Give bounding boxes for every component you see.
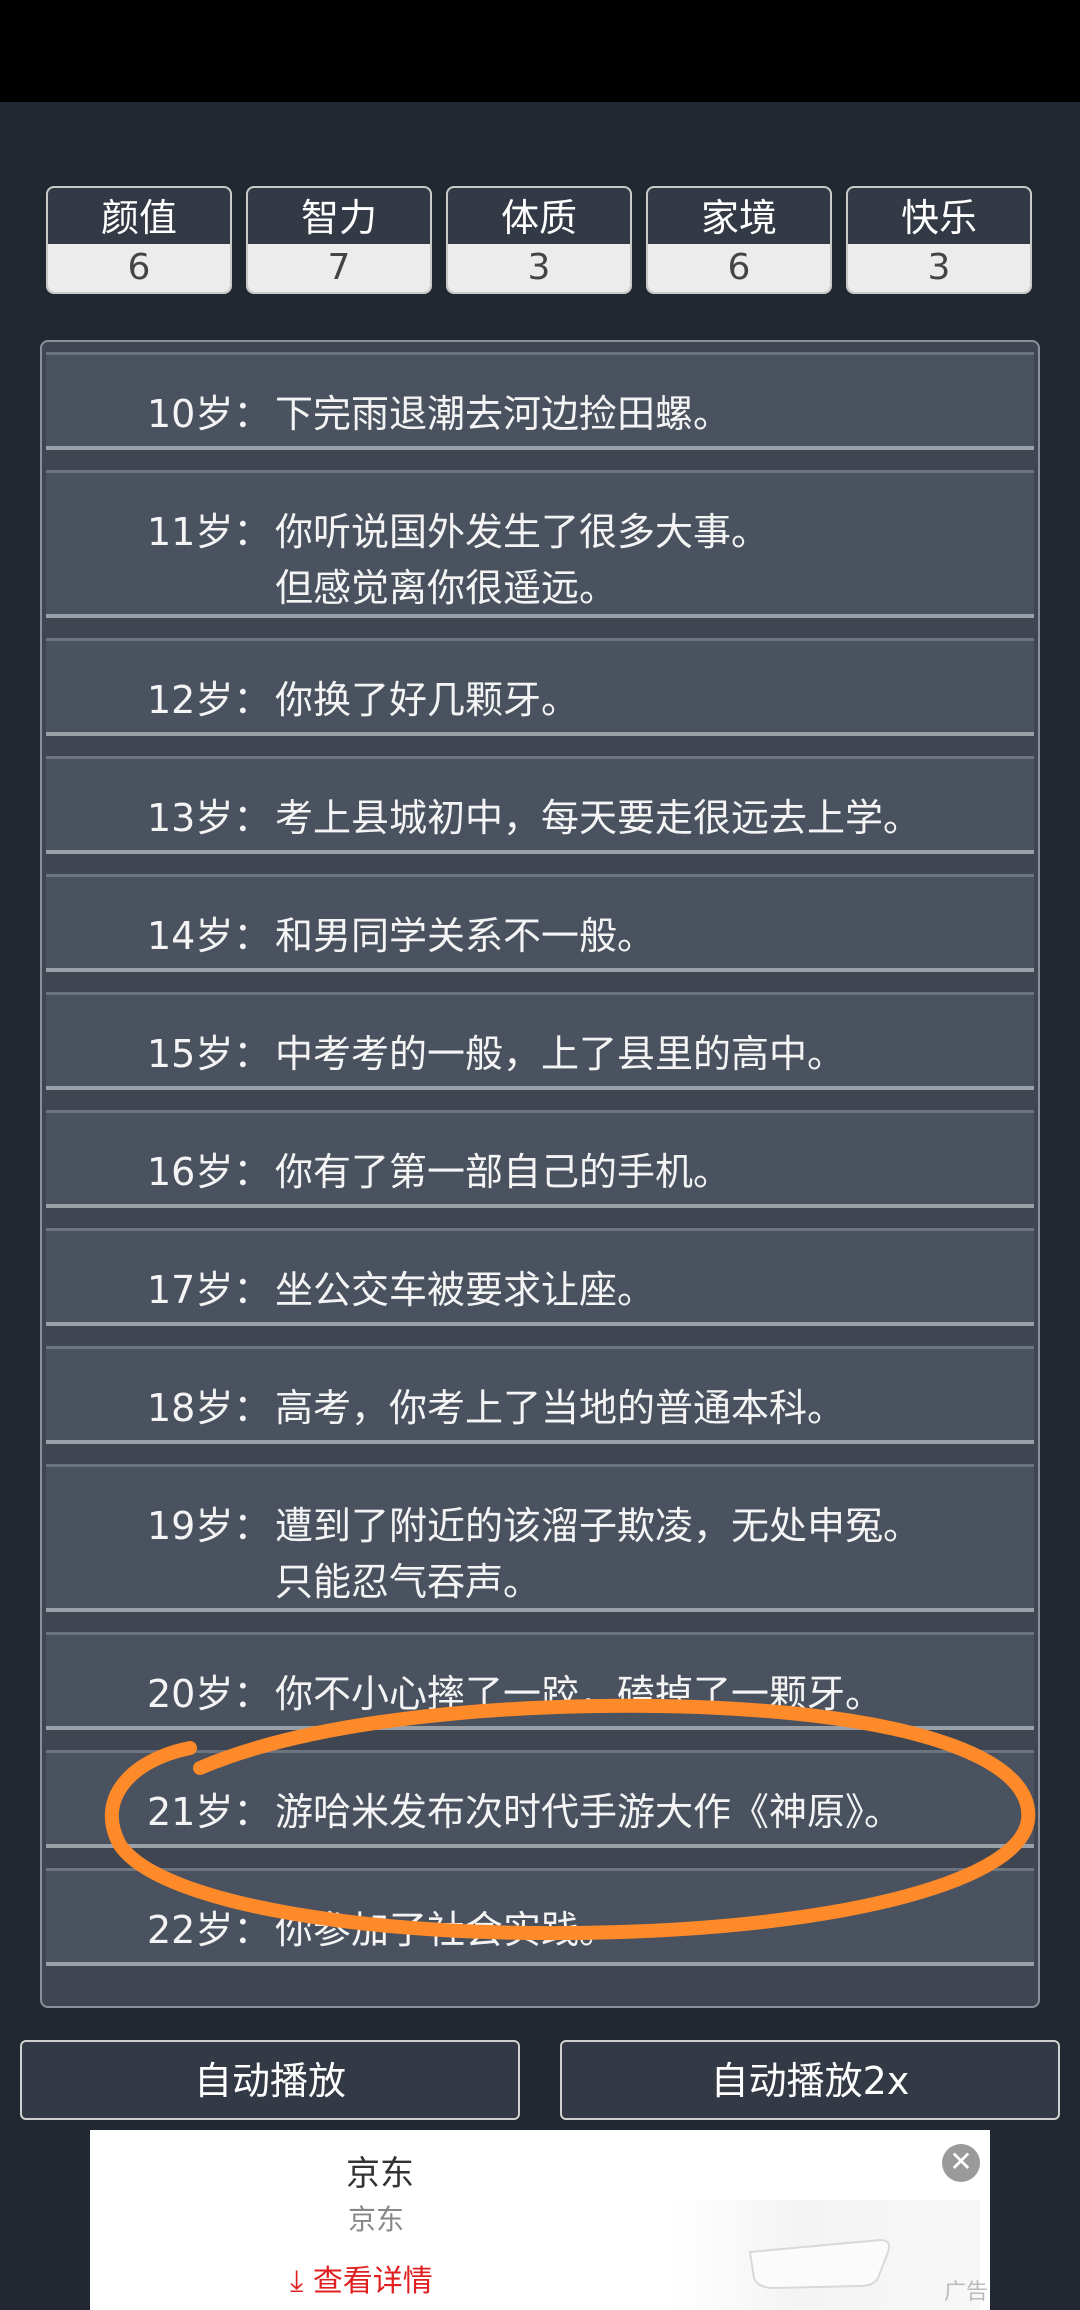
event-age: 13岁：: [147, 796, 272, 840]
event-text: 坐公交车被要求让座。: [275, 1268, 656, 1312]
event-row: 17岁： 坐公交车被要求让座。: [46, 1228, 1034, 1326]
event-text: 高考，你考上了当地的普通本科。: [275, 1386, 846, 1430]
stat-value: 6: [648, 244, 830, 292]
event-age: 19岁：: [147, 1504, 272, 1548]
event-text: 但感觉离你很遥远。: [275, 566, 618, 610]
event-row: 15岁： 中考考的一般，上了县里的高中。: [46, 992, 1034, 1090]
stat-label: 智力: [300, 196, 377, 240]
life-event-log[interactable]: 10岁： 下完雨退潮去河边捡田螺。 11岁： 你听说国外发生了很多大事。 但感觉…: [40, 340, 1040, 2008]
stat-happiness: 快乐 3: [846, 186, 1032, 294]
ad-label: 广告: [943, 2280, 988, 2305]
event-text: 中考考的一般，上了县里的高中。: [275, 1032, 846, 1076]
event-row: 16岁： 你有了第一部自己的手机。: [46, 1110, 1034, 1208]
event-age: 17岁：: [147, 1268, 272, 1312]
event-row: 22岁： 你参加了社会实践。: [46, 1868, 1034, 1966]
stat-label: 快乐: [900, 196, 977, 240]
event-row: 10岁： 下完雨退潮去河边捡田螺。: [46, 352, 1034, 450]
event-age: 22岁：: [147, 1908, 272, 1952]
event-row: 18岁： 高考，你考上了当地的普通本科。: [46, 1346, 1034, 1444]
stat-value: 3: [848, 244, 1030, 292]
event-row: 13岁： 考上县城初中，每天要走很远去上学。: [46, 756, 1034, 854]
ad-title: 京东: [346, 2154, 414, 2194]
event-row: 12岁： 你换了好几颗牙。: [46, 638, 1034, 736]
event-age: 18岁：: [147, 1386, 272, 1430]
event-row: 14岁： 和男同学关系不一般。: [46, 874, 1034, 972]
event-age: 14岁：: [147, 914, 272, 958]
ad-product-image: [670, 2200, 980, 2310]
event-text: 你有了第一部自己的手机。: [275, 1150, 732, 1194]
event-text: 和男同学关系不一般。: [275, 914, 656, 958]
event-row: 21岁： 游哈米发布次时代手游大作《神原》。: [46, 1750, 1034, 1848]
playback-controls: 自动播放 自动播放2x: [0, 2040, 1080, 2124]
event-age: 16岁：: [147, 1150, 272, 1194]
event-text: 你参加了社会实践。: [275, 1908, 618, 1952]
event-age: 15岁：: [147, 1032, 272, 1076]
event-age: 11岁：: [147, 510, 272, 554]
event-text: 你听说国外发生了很多大事。: [275, 510, 770, 554]
auto-play-button[interactable]: 自动播放: [20, 2040, 520, 2120]
event-age: 12岁：: [147, 678, 272, 722]
ad-view-details-link[interactable]: ⤓ 查看详情: [290, 2256, 433, 2300]
event-row: 20岁： 你不小心摔了一跤，磕掉了一颗牙。: [46, 1632, 1034, 1730]
tray-icon: [748, 2238, 890, 2290]
stat-label: 家境: [700, 196, 777, 240]
status-bar: [0, 0, 1080, 102]
event-age: 20岁：: [147, 1672, 272, 1716]
event-text: 考上县城初中，每天要走很远去上学。: [275, 796, 922, 840]
event-row: 19岁： 遭到了附近的该溜子欺凌，无处申冤。 只能忍气吞声。: [46, 1464, 1034, 1612]
ad-cta-label: 查看详情: [312, 2264, 433, 2299]
attribute-panel: 颜值 6 智力 7 体质 3 家境 6 快乐 3: [46, 186, 1034, 296]
event-text: 下完雨退潮去河边捡田螺。: [275, 392, 732, 436]
download-arrow-icon: ⤓: [290, 2264, 304, 2299]
event-text: 只能忍气吞声。: [275, 1560, 542, 1604]
event-row: 11岁： 你听说国外发生了很多大事。 但感觉离你很遥远。: [46, 470, 1034, 618]
auto-play-2x-button[interactable]: 自动播放2x: [560, 2040, 1060, 2120]
close-icon[interactable]: ✕: [942, 2144, 980, 2182]
ad-banner[interactable]: 京东 京东 ⤓ 查看详情 ✕ 广告: [90, 2130, 990, 2310]
event-text: 游哈米发布次时代手游大作《神原》。: [275, 1790, 903, 1834]
stat-family-wealth: 家境 6: [646, 186, 832, 294]
stat-intelligence: 智力 7: [246, 186, 432, 294]
stat-value: 7: [248, 244, 430, 292]
stat-constitution: 体质 3: [446, 186, 632, 294]
stat-value: 3: [448, 244, 630, 292]
event-age: 21岁：: [147, 1790, 272, 1834]
event-text: 你不小心摔了一跤，磕掉了一颗牙。: [275, 1672, 884, 1716]
ad-subtitle: 京东: [348, 2203, 405, 2236]
event-age: 10岁：: [147, 392, 272, 436]
event-text: 你换了好几颗牙。: [275, 678, 580, 722]
stat-appearance: 颜值 6: [46, 186, 232, 294]
stat-label: 体质: [500, 196, 577, 240]
stat-value: 6: [48, 244, 230, 292]
event-text: 遭到了附近的该溜子欺凌，无处申冤。: [275, 1504, 922, 1548]
stat-label: 颜值: [100, 196, 177, 240]
